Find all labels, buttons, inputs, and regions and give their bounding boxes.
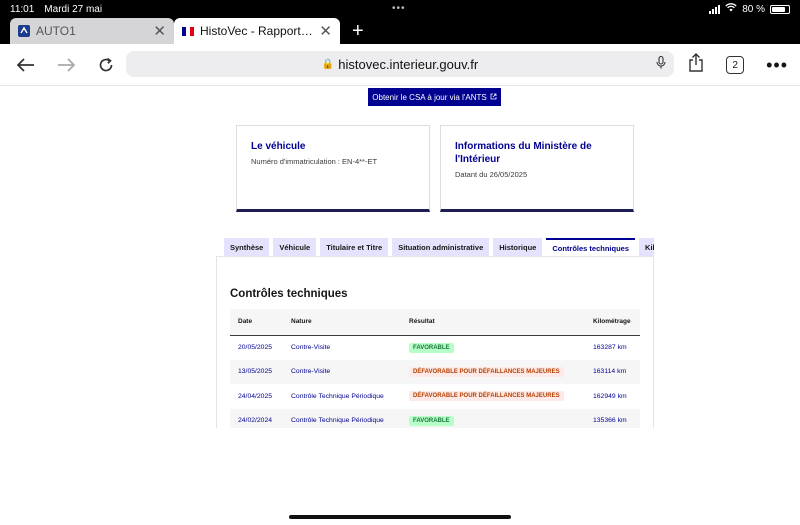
status-badge: FAVORABLE — [409, 342, 454, 353]
row-nature: Contre-Visite — [291, 344, 331, 351]
battery-percent: 80 % — [742, 3, 765, 15]
controles-table: Date Nature Résultat Kilométrage 20/05/2… — [230, 309, 640, 428]
tab-label: HistoVec - Rapport vendeur — [200, 24, 313, 38]
row-nature: Contre-Visite — [283, 359, 401, 384]
microphone-icon[interactable] — [656, 55, 666, 72]
section-title: Contrôles techniques — [230, 288, 348, 300]
row-date: 13/05/2025 — [230, 359, 283, 384]
table-row: 13/05/2025 Contre-Visite DÉFAVORABLE POU… — [230, 359, 640, 384]
reload-icon[interactable] — [92, 51, 120, 79]
french-flag-favicon-icon — [182, 25, 194, 37]
report-tabs: Synthèse Véhicule Titulaire et Titre Sit… — [224, 238, 654, 258]
browser-tab-histovec[interactable]: HistoVec - Rapport vendeur ✕ — [174, 18, 340, 44]
wifi-icon — [725, 3, 737, 15]
row-km: 163287 km — [593, 344, 627, 351]
header-resultat: Résultat — [401, 309, 585, 336]
row-nature: Contrôle Technique Périodique — [283, 408, 401, 428]
close-tab-icon[interactable]: ✕ — [153, 22, 166, 40]
table-row: 24/02/2024 Contrôle Technique Périodique… — [230, 408, 640, 428]
tab-titulaire[interactable]: Titulaire et Titre — [320, 238, 389, 256]
header-kilometrage: Kilométrage — [585, 309, 640, 336]
header-date: Date — [230, 309, 283, 336]
browser-toolbar: 🔒 histovec.interieur.gouv.fr 2 ••• — [0, 44, 800, 86]
multitasking-dots-icon[interactable]: ••• — [392, 3, 406, 14]
close-tab-icon[interactable]: ✕ — [319, 22, 332, 40]
status-badge: FAVORABLE — [409, 415, 454, 426]
lock-icon: 🔒 — [321, 58, 335, 70]
status-date: Mardi 27 mai — [44, 3, 103, 15]
tab-synthese[interactable]: Synthèse — [224, 238, 270, 256]
new-tab-plus-icon[interactable]: + — [352, 18, 364, 44]
signal-icon — [709, 4, 721, 14]
ants-csa-button[interactable]: Obtenir le CSA à jour via l'ANTS — [368, 88, 501, 106]
tab-kilometrage[interactable]: Kilométrage — [639, 238, 654, 256]
back-arrow-icon[interactable] — [12, 51, 40, 79]
row-date: 24/04/2025 — [238, 392, 273, 400]
row-km: 163114 km — [585, 359, 640, 384]
tab-situation-administrative[interactable]: Situation administrative — [392, 238, 490, 256]
table-row: 24/04/2025 Contrôle Technique Périodique… — [230, 384, 640, 409]
tab-label: AUTO1 — [36, 24, 76, 38]
controles-techniques-panel: Contrôles techniques Date Nature Résulta… — [216, 256, 654, 428]
table-header-row: Date Nature Résultat Kilométrage — [230, 309, 640, 336]
ants-button-label: Obtenir le CSA à jour via l'ANTS — [372, 92, 487, 102]
row-nature: Contrôle Technique Périodique — [291, 392, 384, 400]
tab-controles-techniques[interactable]: Contrôles techniques — [546, 238, 636, 257]
tab-historique[interactable]: Historique — [493, 238, 543, 256]
ministry-card-text: Datant du 26/05/2025 — [455, 170, 528, 179]
vehicle-card-text: Numéro d'immatriculation : EN-4**-ET — [251, 157, 378, 166]
status-time: 11:01 — [10, 3, 35, 15]
tab-vehicule[interactable]: Véhicule — [273, 238, 317, 256]
vehicle-card-title: Le véhicule — [251, 141, 306, 152]
status-bar: 11:01 Mardi 27 mai ••• 80 % — [0, 0, 800, 18]
home-indicator[interactable] — [289, 515, 511, 519]
url-text: histovec.interieur.gouv.fr — [338, 56, 479, 72]
forward-arrow-icon[interactable] — [52, 51, 80, 79]
tab-overview-button[interactable]: 2 — [726, 56, 745, 74]
auto1-favicon-icon — [18, 25, 30, 37]
status-badge: DÉFAVORABLE POUR DÉFAILLANCES MAJEURES — [409, 366, 564, 377]
external-link-icon — [490, 93, 497, 102]
address-bar[interactable]: 🔒 histovec.interieur.gouv.fr — [126, 51, 674, 77]
vehicle-card: Le véhicule Numéro d'immatriculation : E… — [236, 125, 430, 212]
row-date: 24/02/2024 — [230, 408, 283, 428]
row-km: 162949 km — [593, 392, 627, 400]
ministry-card-title: Informations du Ministère de l'Intérieur — [455, 141, 592, 165]
tab-strip: AUTO1 ✕ HistoVec - Rapport vendeur ✕ + — [0, 18, 800, 44]
share-icon[interactable] — [688, 53, 704, 77]
status-badge: DÉFAVORABLE POUR DÉFAILLANCES MAJEURES — [409, 391, 564, 402]
ministry-card: Informations du Ministère de l'Intérieur… — [440, 125, 634, 212]
battery-icon — [770, 4, 790, 14]
browser-tab-auto1[interactable]: AUTO1 ✕ — [10, 18, 174, 44]
more-options-icon[interactable]: ••• — [766, 55, 788, 76]
row-km: 135366 km — [585, 408, 640, 428]
table-row: 20/05/2025 Contre-Visite FAVORABLE 16328… — [230, 335, 640, 360]
row-date: 20/05/2025 — [238, 344, 273, 351]
header-nature: Nature — [283, 309, 401, 336]
